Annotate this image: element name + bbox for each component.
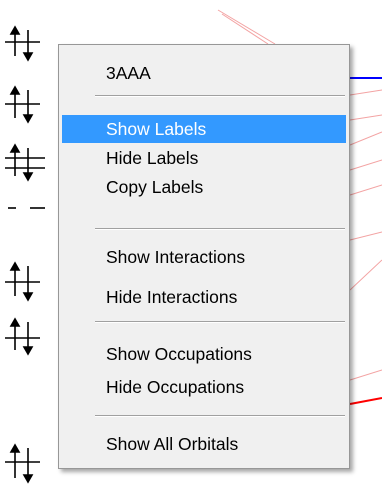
paired-spin-arrows-icon bbox=[5, 143, 45, 182]
paired-spin-arrows-icon bbox=[5, 261, 40, 302]
menu-item-3aaa[interactable]: 3AAA bbox=[62, 59, 346, 87]
menu-item-copy-labels[interactable]: Copy Labels bbox=[62, 173, 346, 201]
menu-separator bbox=[95, 415, 345, 417]
menu-item-show-interactions[interactable]: Show Interactions bbox=[62, 243, 346, 271]
context-menu: 3AAA Show Labels Hide Labels Copy Labels… bbox=[58, 44, 350, 469]
menu-item-show-occupations[interactable]: Show Occupations bbox=[62, 340, 346, 368]
menu-separator bbox=[95, 228, 345, 230]
paired-spin-arrows-icon bbox=[5, 443, 40, 484]
menu-item-hide-occupations[interactable]: Hide Occupations bbox=[62, 373, 346, 401]
paired-spin-arrows-icon bbox=[5, 317, 40, 356]
menu-item-show-labels[interactable]: Show Labels bbox=[62, 115, 346, 143]
menu-item-hide-interactions[interactable]: Hide Interactions bbox=[62, 283, 346, 311]
paired-spin-arrows-icon bbox=[5, 85, 40, 124]
red-orbital-level bbox=[349, 397, 382, 405]
menu-separator bbox=[95, 95, 345, 97]
paired-spin-arrows-icon bbox=[5, 25, 40, 62]
menu-separator bbox=[95, 321, 345, 323]
menu-item-hide-labels[interactable]: Hide Labels bbox=[62, 144, 346, 172]
menu-item-show-all-orbitals[interactable]: Show All Orbitals bbox=[62, 430, 346, 458]
